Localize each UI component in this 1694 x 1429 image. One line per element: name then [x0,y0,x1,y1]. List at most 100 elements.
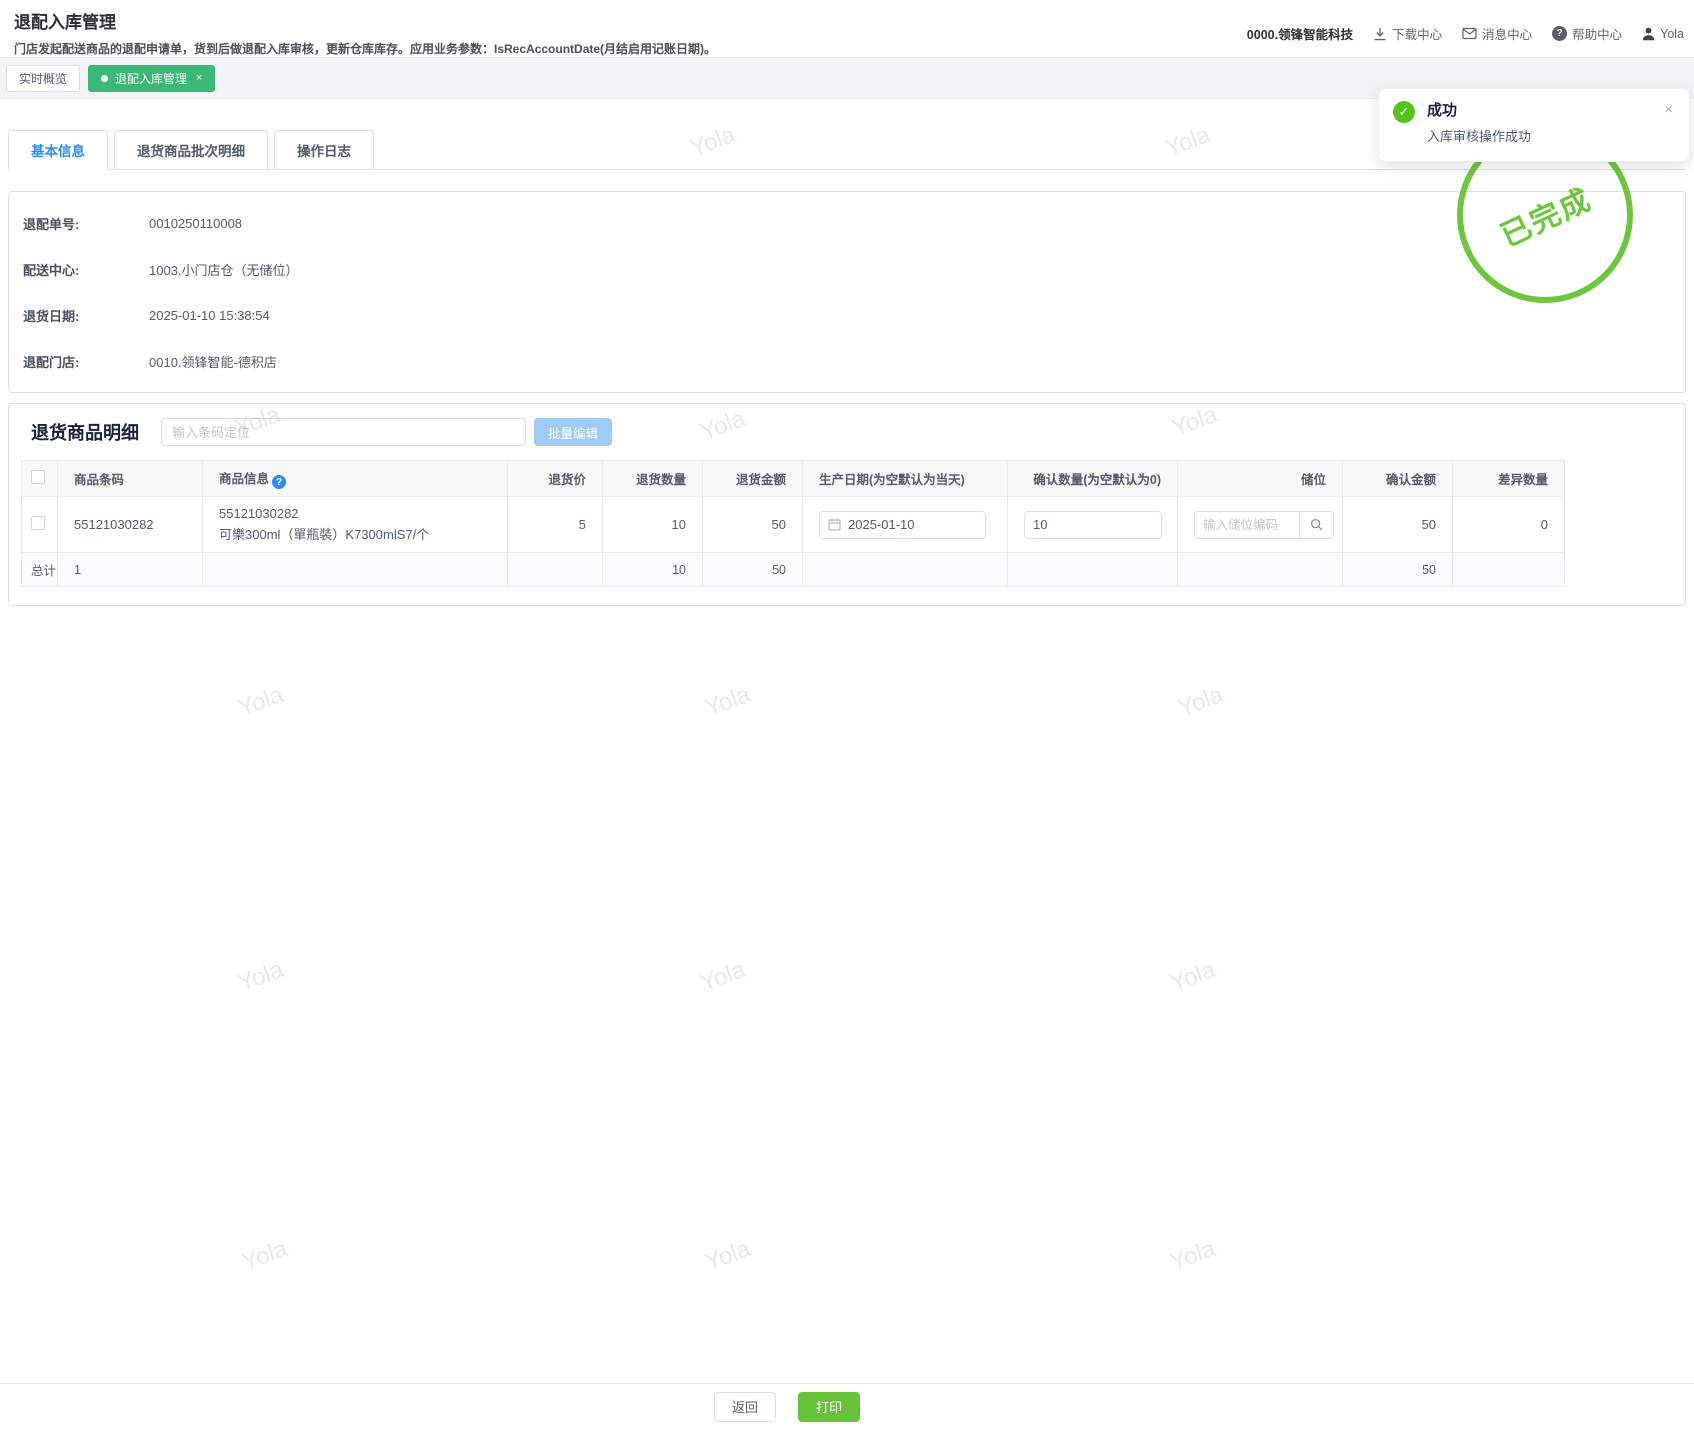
download-center-label: 下载中心 [1392,28,1443,42]
search-icon [1310,518,1323,531]
help-center-label: 帮助中心 [1572,28,1623,42]
total-price-empty [507,552,603,587]
topbar: 0000.领锋智能科技 下载中心 消息中心 ? 帮助中心 Yola [1247,24,1684,43]
footer-bar: 返回 打印 [0,1383,1694,1429]
section-head: 退货商品明细 批量编辑 [21,418,1673,446]
col-return-qty: 退货数量 [602,460,703,497]
info-row-return-store: 退配门店: 0010.领锋智能-德积店 [9,338,1685,384]
col-return-amount: 退货金额 [702,460,803,497]
production-date-input[interactable] [848,517,948,532]
envelope-icon [1462,27,1477,40]
cell-diff-qty: 0 [1452,496,1565,553]
user-menu[interactable]: Yola [1642,27,1684,41]
total-diff-empty [1452,552,1565,587]
total-confirm-qty-empty [1007,552,1178,587]
col-return-price: 退货价 [507,460,603,497]
return-date-label: 退货日期: [23,308,80,324]
main-content: 基本信息 退货商品批次明细 操作日志 退配单号: 0010250110008 配… [0,129,1694,606]
product-info-help-icon[interactable]: ? [272,475,287,490]
active-dot-icon [101,74,109,82]
order-info-card: 退配单号: 0010250110008 配送中心: 1003.小门店仓（无储位）… [8,191,1686,393]
watermark: Yola [1166,1235,1219,1277]
nav-tab-overview-label: 实时概览 [19,71,68,86]
return-goods-table: 商品条码 商品信息? 退货价 退货数量 退货金额 生产日期(为空默认为当天) 确… [21,460,1565,587]
total-qty: 10 [602,552,703,587]
info-row-return-date: 退货日期: 2025-01-10 15:38:54 [9,292,1685,338]
total-amount: 50 [702,552,803,587]
col-confirm-amount: 确认金额 [1342,460,1453,497]
production-date-picker[interactable] [819,510,986,539]
product-name: 可樂300ml（單瓶裝）K7300mlS7/个 [219,527,430,542]
total-date-empty [802,552,1008,587]
select-all-checkbox[interactable] [31,470,45,484]
cell-product-info: 55121030282 可樂300ml（單瓶裝）K7300mlS7/个 [202,496,508,553]
watermark: Yola [701,1235,754,1277]
col-confirm-qty: 确认数量(为空默认为0) [1007,460,1178,497]
watermark: Yola [1174,681,1227,723]
tab-operation-log[interactable]: 操作日志 [274,130,374,170]
watermark: Yola [701,681,754,723]
help-center-link[interactable]: ? 帮助中心 [1552,24,1622,43]
col-product-info: 商品信息? [202,460,508,497]
success-toast: ✓ 成功 入库审核操作成功 × [1378,88,1690,162]
storage-input-group [1194,510,1334,539]
distribution-center-value: 1003.小门店仓（无储位） [149,262,299,278]
col-product-info-label: 商品信息 [219,471,270,486]
toast-close-icon[interactable]: × [1664,101,1673,118]
watermark: Yola [1166,956,1219,998]
product-barcode: 55121030282 [219,506,299,521]
storage-search-button[interactable] [1299,511,1333,538]
cell-return-qty: 10 [602,496,703,553]
storage-code-input[interactable] [1195,511,1299,538]
watermark: Yola [234,681,287,723]
back-button[interactable]: 返回 [713,1391,776,1422]
section-title: 退货商品明细 [31,423,139,443]
info-row-order-no: 退配单号: 0010250110008 [9,200,1685,246]
return-goods-detail-card: 退货商品明细 批量编辑 商品条码 商品信息? 退货价 退货数量 退货金额 生产日… [8,403,1686,606]
info-row-distribution-center: 配送中心: 1003.小门店仓（无储位） [9,246,1685,292]
tab-batch-detail[interactable]: 退货商品批次明细 [114,130,268,170]
message-center-label: 消息中心 [1482,28,1533,42]
cell-confirm-qty [1007,496,1178,553]
cell-return-price: 5 [507,496,603,553]
row-checkbox[interactable] [31,516,45,530]
table-total-row: 总计 1 10 50 50 [21,552,1565,587]
download-center-link[interactable]: 下载中心 [1373,24,1442,43]
watermark: Yola [696,956,749,998]
table-header-row: 商品条码 商品信息? 退货价 退货数量 退货金额 生产日期(为空默认为当天) 确… [21,460,1565,497]
cell-storage [1177,496,1343,553]
total-product-empty [202,552,508,587]
user-name: Yola [1660,26,1684,41]
nav-tab-overview[interactable]: 实时概览 [6,64,81,92]
toast-title: 成功 [1427,102,1458,119]
toast-message: 入库审核操作成功 [1427,129,1532,144]
nav-tab-current[interactable]: 退配入库管理 × [88,64,216,92]
tab-basic-info[interactable]: 基本信息 [8,130,108,170]
return-date-value: 2025-01-10 15:38:54 [149,307,270,323]
order-no-value: 0010250110008 [149,215,243,231]
confirm-qty-input[interactable] [1024,510,1162,539]
cell-production-date [802,496,1008,553]
footer-buttons: 返回 打印 [713,1391,861,1422]
tab-close-icon[interactable]: × [196,72,202,84]
calendar-icon [828,518,841,531]
page-header: 退配入库管理 门店发起配送商品的退配申请单，货到后做退配入库审核，更新仓库库存。… [0,0,1694,57]
distribution-center-label: 配送中心: [23,262,80,278]
total-confirm-amount: 50 [1342,552,1453,587]
col-diff-qty: 差异数量 [1452,460,1565,497]
watermark: Yola [234,956,287,998]
nav-tab-current-label: 退配入库管理 [115,71,188,86]
success-check-icon: ✓ [1393,101,1415,123]
batch-edit-button[interactable]: 批量编辑 [534,418,613,446]
total-storage-empty [1177,552,1343,587]
completed-stamp-label: 已完成 [1496,182,1597,254]
help-icon: ? [1552,26,1568,41]
barcode-locate-input[interactable] [161,418,526,446]
print-button[interactable]: 打印 [798,1391,861,1422]
total-label: 总计 [21,552,58,587]
col-storage: 储位 [1177,460,1343,497]
return-store-value: 0010.领锋智能-德积店 [149,354,277,370]
message-center-link[interactable]: 消息中心 [1462,24,1532,43]
return-store-label: 退配门店: [23,354,80,370]
col-production-date: 生产日期(为空默认为当天) [802,460,1008,497]
